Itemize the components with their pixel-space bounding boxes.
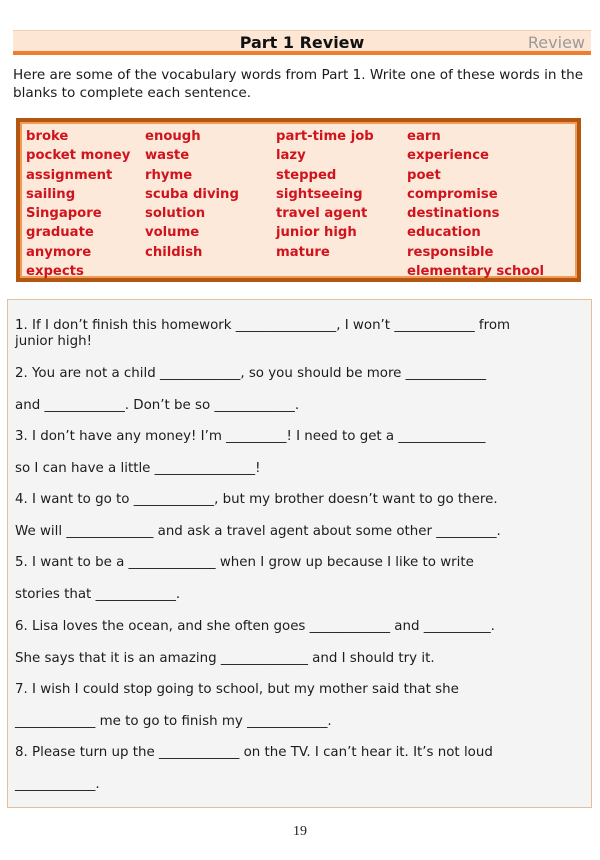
vocab-word: travel agent [276,206,368,222]
vocabulary-grid: broke pocket money assignment sailing Si… [26,127,567,281]
vocab-word-empty [145,262,276,281]
sentence-1-line-2: junior high! [15,334,92,349]
vocab-word: scuba diving [145,186,239,202]
vocab-word: volume [145,225,200,241]
section-header: Part 1 Review Review [13,30,591,55]
sentence-7-line-1: 7. I wish I could stop going to school, … [15,682,459,697]
vocabulary-box: broke pocket money assignment sailing Si… [16,118,581,282]
sentence-7-line-2: ____________ me to go to finish my _____… [15,714,332,729]
vocab-word: anymore [26,244,92,260]
vocab-word: destinations [407,206,500,222]
vocab-word: responsible [407,244,494,260]
vocab-word: lazy [276,148,306,164]
vocab-word: waste [145,148,190,164]
vocab-word: elementary school [407,264,545,280]
vocab-word: pocket money [26,148,131,164]
instructions: Here are some of the vocabulary words fr… [13,67,584,101]
page-number: 19 [293,824,307,839]
sentence-8-line-2: ____________. [15,777,100,792]
vocab-word: education [407,225,481,241]
sentence-2-line-2: and ____________. Don’t be so __________… [15,398,300,413]
vocab-word: graduate [26,225,94,241]
vocab-word: experience [407,148,489,164]
sentence-2-line-1: 2. You are not a child ____________, so … [15,366,487,381]
vocab-word: solution [145,206,206,222]
vocab-word: compromise [407,186,498,202]
vocab-word: poet [407,167,441,183]
section-tag: Review [527,33,585,52]
vocab-word: expects [26,264,84,280]
vocab-word: mature [276,244,330,260]
vocab-word: sightseeing [276,186,363,202]
sentences-box: 1. If I don’t finish this homework _____… [7,299,592,808]
vocab-word: stepped [276,167,337,183]
vocab-word: childish [145,244,203,260]
vocab-word: assignment [26,167,113,183]
sentence-5-line-1: 5. I want to be a _____________ when I g… [15,555,474,570]
sentence-5-line-2: stories that ____________. [15,587,181,602]
sentence-1-line-1: 1. If I don’t finish this homework _____… [15,318,511,333]
sentence-6-line-2: She says that it is an amazing _________… [15,651,435,666]
vocab-word: rhyme [145,167,193,183]
section-title: Part 1 Review [239,33,365,52]
sentence-4-line-2: We will _____________ and ask a travel a… [15,524,501,539]
sentence-6-line-1: 6. Lisa loves the ocean, and she often g… [15,619,495,634]
worksheet-page: Part 1 Review Review Here are some of th… [0,0,600,860]
vocab-word: enough [145,129,201,144]
sentence-3-line-1: 3. I don’t have any money! I’m _________… [15,429,486,444]
vocab-word: junior high [276,225,357,241]
sentence-4-line-1: 4. I want to go to ____________, but my … [15,492,498,507]
vocab-word: Singapore [26,206,102,222]
vocab-word-empty [276,262,407,281]
vocab-word: earn [407,129,441,144]
vocab-word: sailing [26,186,76,202]
sentence-8-line-1: 8. Please turn up the ____________ on th… [15,745,493,760]
vocab-word: part-time job [276,129,374,144]
vocab-word: broke [26,129,69,144]
sentence-3-line-2: so I can have a little _______________! [15,461,261,476]
